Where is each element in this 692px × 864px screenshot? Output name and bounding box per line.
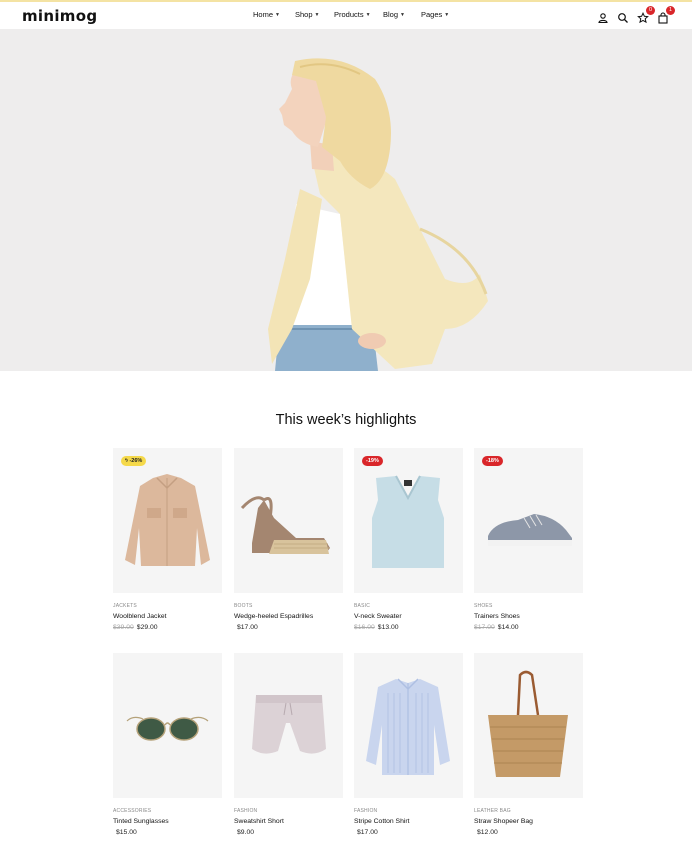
product-card[interactable]: FASHION Stripe Cotton Shirt $17.00 bbox=[354, 653, 463, 836]
espadrille-image bbox=[240, 496, 330, 554]
chevron-down-icon: ▼ bbox=[400, 11, 405, 18]
old-price: $39.00 bbox=[113, 624, 134, 631]
search-icon[interactable] bbox=[617, 11, 629, 23]
chevron-down-icon: ▼ bbox=[365, 11, 371, 18]
nav-products[interactable]: Products ▼ bbox=[334, 10, 371, 19]
product-image[interactable] bbox=[113, 653, 222, 798]
wishlist-star-icon[interactable]: 0 bbox=[637, 6, 655, 24]
hero-model-image bbox=[268, 58, 488, 371]
nav-pages[interactable]: Pages ▼ bbox=[421, 10, 449, 19]
product-image[interactable] bbox=[234, 448, 343, 593]
product-image[interactable]: -19% bbox=[354, 448, 463, 593]
product-name[interactable]: Sweatshirt Short bbox=[234, 818, 343, 825]
product-name[interactable]: Straw Shopeer Bag bbox=[474, 818, 583, 825]
product-name[interactable]: Woolblend Jacket bbox=[113, 613, 222, 620]
product-prices: $17.00 $14.00 bbox=[474, 624, 583, 631]
nav-shop[interactable]: Shop ▼ bbox=[295, 10, 319, 19]
product-image[interactable]: -18% bbox=[474, 448, 583, 593]
product-card[interactable]: ϟ -26% JACKETS Woolblend Jacket $39.00 $2… bbox=[113, 448, 222, 631]
price: $17.00 bbox=[237, 624, 258, 631]
price: $12.00 bbox=[477, 829, 498, 836]
product-name[interactable]: Trainers Shoes bbox=[474, 613, 583, 620]
product-category: FASHION bbox=[354, 808, 378, 814]
chevron-down-icon: ▼ bbox=[275, 11, 280, 18]
product-category: SHOES bbox=[474, 603, 493, 609]
product-prices: $12.00 bbox=[474, 829, 583, 836]
stripe-shirt-image bbox=[366, 678, 450, 775]
nav-label: Home bbox=[253, 10, 274, 19]
product-card[interactable]: FASHION Sweatshirt Short $9.00 bbox=[234, 653, 343, 836]
vneck-sweater-image bbox=[372, 475, 444, 568]
straw-bag-image bbox=[488, 670, 568, 777]
cart-bag-icon[interactable]: 1 bbox=[657, 6, 675, 24]
chevron-down-icon: ▼ bbox=[444, 11, 450, 18]
product-card[interactable]: BOOTS Wedge-heeled Espadrilles $17.00 bbox=[234, 448, 343, 631]
price: $9.00 bbox=[237, 829, 255, 836]
chevron-down-icon: ▼ bbox=[314, 11, 320, 18]
site-header: minimog Home ▼ Shop ▼ Products ▼ Blog ▼ Page… bbox=[0, 2, 692, 29]
product-card[interactable]: -18% SHOES Trainers Shoes $17.00 $14.00 bbox=[474, 448, 583, 631]
old-price: $16.00 bbox=[354, 624, 375, 631]
product-prices: $15.00 bbox=[113, 829, 222, 836]
price: $13.00 bbox=[377, 624, 399, 631]
main-nav: Home ▼ Shop ▼ Products ▼ Blog ▼ Pages ▼ bbox=[0, 10, 692, 24]
sunglasses-image bbox=[126, 716, 209, 741]
discount-badge: -19% bbox=[362, 456, 383, 466]
product-card[interactable]: -19% BASIC V-neck Sweater $16.00 $13.00 bbox=[354, 448, 463, 631]
product-name[interactable]: Stripe Cotton Shirt bbox=[354, 818, 463, 825]
cart-count-badge: 1 bbox=[666, 6, 675, 15]
nav-home[interactable]: Home ▼ bbox=[253, 10, 280, 19]
product-prices: $17.00 bbox=[354, 829, 463, 836]
product-image[interactable]: ϟ -26% bbox=[113, 448, 222, 593]
price: $15.00 bbox=[116, 829, 137, 836]
nav-label: Products bbox=[334, 10, 364, 19]
product-prices: $16.00 $13.00 bbox=[354, 624, 463, 631]
product-category: LEATHER BAG bbox=[474, 808, 511, 814]
discount-badge: ϟ -26% bbox=[121, 456, 147, 466]
product-prices: $9.00 bbox=[234, 829, 343, 836]
nav-label: Pages bbox=[421, 10, 443, 19]
product-category: ACCESSORIES bbox=[113, 808, 152, 814]
product-name[interactable]: Tinted Sunglasses bbox=[113, 818, 222, 825]
product-prices: $17.00 bbox=[234, 624, 343, 631]
product-card[interactable]: ACCESSORIES Tinted Sunglasses $15.00 bbox=[113, 653, 222, 836]
nav-label: Blog bbox=[383, 10, 399, 19]
product-name[interactable]: V-neck Sweater bbox=[354, 613, 463, 620]
discount-badge: -18% bbox=[482, 456, 503, 466]
old-price: $17.00 bbox=[474, 624, 495, 631]
product-category: BOOTS bbox=[234, 603, 253, 609]
product-image[interactable] bbox=[234, 653, 343, 798]
trainers-image bbox=[488, 514, 572, 546]
wishlist-count-badge: 0 bbox=[646, 6, 655, 15]
price: $14.00 bbox=[497, 624, 519, 631]
section-title: This week’s highlights bbox=[275, 412, 417, 428]
product-category: BASIC bbox=[354, 603, 371, 609]
product-image[interactable] bbox=[474, 653, 583, 798]
product-card[interactable]: LEATHER BAG Straw Shopeer Bag $12.00 bbox=[474, 653, 583, 836]
product-category: FASHION bbox=[234, 808, 258, 814]
jacket-image bbox=[125, 474, 210, 566]
product-image[interactable] bbox=[354, 653, 463, 798]
product-prices: $39.00 $29.00 bbox=[113, 624, 222, 631]
nav-blog[interactable]: Blog ▼ bbox=[383, 10, 405, 19]
price: $17.00 bbox=[357, 829, 378, 836]
product-category: JACKETS bbox=[113, 603, 137, 609]
shorts-image bbox=[252, 695, 326, 754]
nav-label: Shop bbox=[295, 10, 313, 19]
price: $29.00 bbox=[136, 624, 158, 631]
hero-banner[interactable] bbox=[0, 29, 692, 371]
account-icon[interactable] bbox=[597, 11, 609, 24]
product-name[interactable]: Wedge-heeled Espadrilles bbox=[234, 613, 343, 620]
